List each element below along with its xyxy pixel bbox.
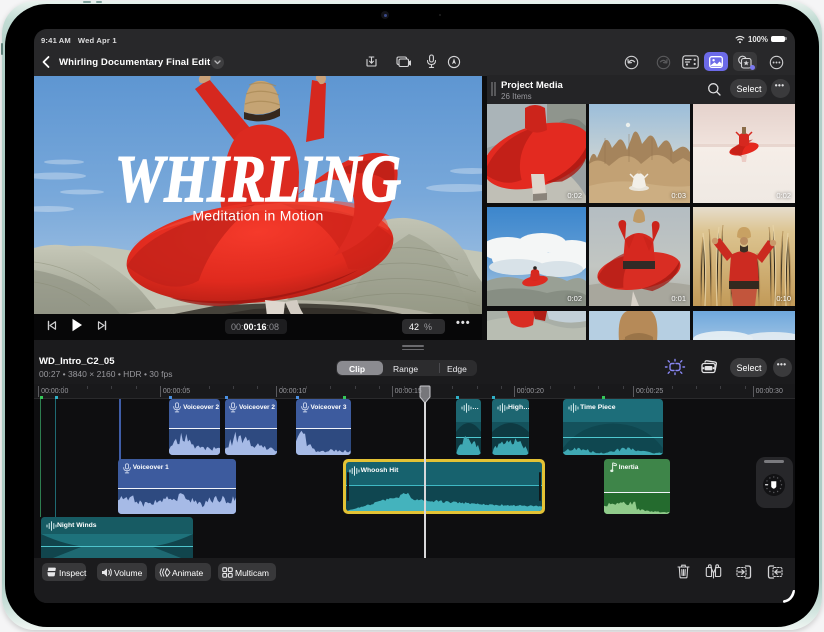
svg-text:Meditation in Motion: Meditation in Motion [192,208,323,224]
svg-text:WHIRLING: WHIRLING [115,142,401,216]
